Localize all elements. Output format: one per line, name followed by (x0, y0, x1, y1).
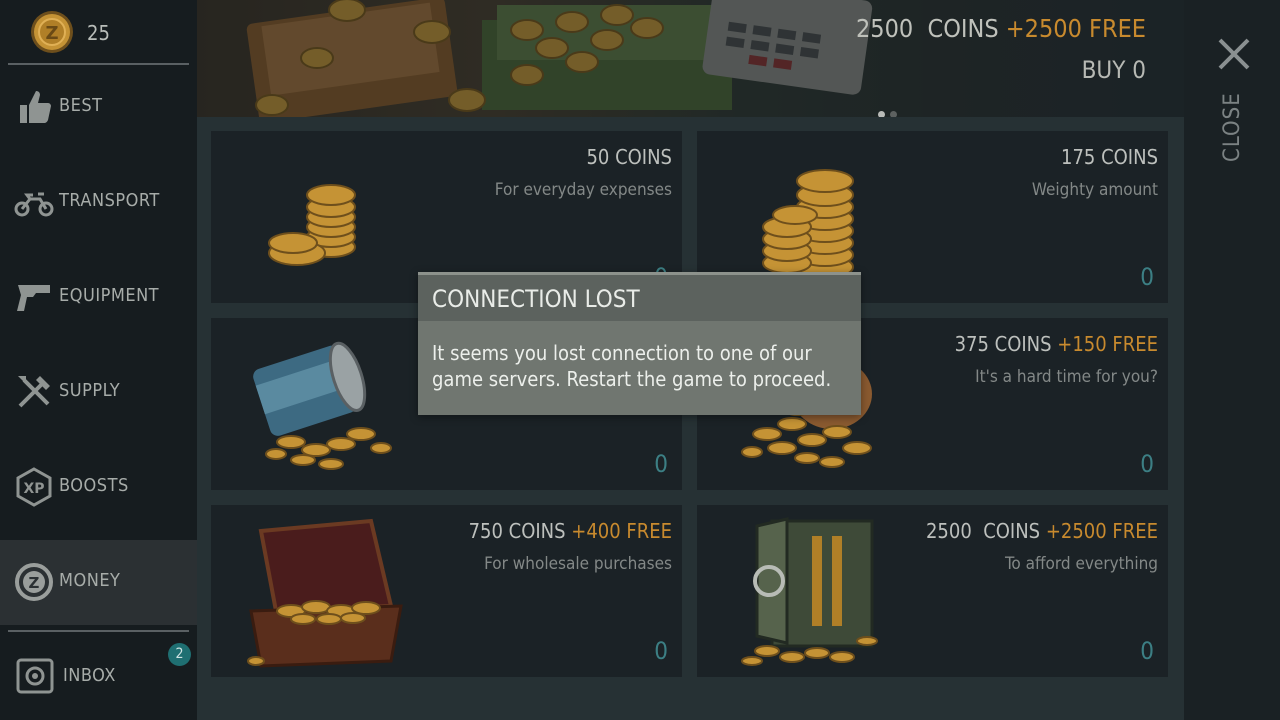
offer-coins: 375 COINS (954, 332, 1052, 356)
sidebar-item-label: EQUIPMENT (59, 285, 160, 306)
sidebar-divider (8, 630, 189, 632)
offer-coins: 750 COINS (468, 519, 566, 543)
offer-title: 2500 COINS +2500 FREE (926, 519, 1158, 543)
sidebar-item-label: BOOSTS (59, 475, 129, 496)
coin-stack-small-icon (268, 184, 356, 266)
banner-free-bonus: +2500 FREE (1005, 14, 1146, 43)
sidebar-item-label: MONEY (59, 570, 121, 591)
inbox-safe-icon (16, 658, 54, 694)
sidebar: Z 25 BEST TRANSPORT EQUIPMENT SUPPLY XP … (0, 0, 197, 720)
svg-text:XP: XP (23, 481, 44, 497)
offer-title: 375 COINS +150 FREE (955, 332, 1158, 356)
offer-title: 175 COINS (1061, 145, 1158, 169)
sidebar-item-label: BEST (59, 95, 103, 116)
offer-price: 0 (1140, 637, 1154, 665)
offer-subtitle: It's a hard time for you? (975, 367, 1158, 387)
close-button[interactable]: CLOSE (1213, 92, 1253, 162)
coin-briefcase-icon (247, 518, 403, 668)
coin-balance-value: 25 (87, 21, 110, 45)
sidebar-item-money[interactable]: Z MONEY (0, 540, 197, 625)
sidebar-item-supply[interactable]: SUPPLY (0, 350, 197, 435)
sidebar-item-boosts[interactable]: XP BOOSTS (0, 445, 197, 530)
offer-price: 0 (654, 450, 668, 478)
thumbs-up-icon (20, 91, 51, 123)
sidebar-item-label: SUPPLY (59, 380, 121, 401)
carousel-dot[interactable] (890, 111, 897, 117)
offer-coins: 175 COINS (1061, 145, 1158, 169)
svg-text:Z: Z (29, 574, 40, 592)
offer-title: 50 COINS (586, 145, 672, 169)
featured-banner[interactable]: 2500 COINS +2500 FREE BUY 0 (197, 0, 1184, 117)
offer-price: 0 (1140, 263, 1154, 291)
motorcycle-icon (14, 192, 54, 217)
sidebar-item-transport[interactable]: TRANSPORT (0, 160, 197, 245)
banner-buy-button[interactable]: BUY 0 (1082, 56, 1146, 84)
coin-can-icon (253, 341, 392, 470)
banner-amount: 2500 (855, 14, 914, 43)
offer-free-bonus: +150 FREE (1057, 332, 1158, 356)
sidebar-item-inbox[interactable]: INBOX (0, 635, 197, 720)
offer-subtitle: For everyday expenses (494, 180, 672, 200)
sidebar-item-label: INBOX (63, 665, 116, 686)
offer-free-bonus: +400 FREE (571, 519, 672, 543)
offer-subtitle: For wholesale purchases (484, 554, 672, 574)
sidebar-item-label: TRANSPORT (59, 190, 160, 211)
offer-subtitle: To afford everything (1004, 554, 1158, 574)
offer-title: 750 COINS +400 FREE (469, 519, 672, 543)
connection-lost-dialog: CONNECTION LOST It seems you lost connec… (418, 272, 861, 415)
offer-price: 0 (654, 637, 668, 665)
carousel-dot[interactable] (878, 111, 885, 117)
pistol-icon (17, 285, 50, 311)
offer-card-2500-coins[interactable]: 2500 COINS +2500 FREE To afford everythi… (697, 505, 1168, 677)
sidebar-item-equipment[interactable]: EQUIPMENT (0, 255, 197, 340)
offer-subtitle: Weighty amount (1031, 180, 1158, 200)
dialog-message: It seems you lost connection to one of o… (432, 341, 832, 391)
svg-text:Z: Z (45, 23, 58, 44)
offer-price: 0 (1140, 450, 1154, 478)
offer-card-750-coins[interactable]: 750 COINS +400 FREE For wholesale purcha… (211, 505, 682, 677)
sidebar-item-best[interactable]: BEST (0, 65, 197, 150)
coin-balance: Z 25 (0, 0, 197, 64)
banner-coins-label: COINS (927, 14, 999, 43)
money-icon: Z (15, 563, 53, 601)
coin-icon: Z (31, 11, 73, 53)
carousel-dots[interactable] (878, 103, 902, 117)
close-icon[interactable] (1214, 34, 1254, 74)
dialog-title: CONNECTION LOST (432, 285, 640, 313)
inbox-badge: 2 (168, 643, 191, 666)
coin-safe-icon (741, 517, 878, 666)
offer-coins: 2500 COINS (925, 519, 1041, 543)
xp-icon: XP (16, 467, 52, 507)
banner-title: 2500 COINS +2500 FREE (856, 14, 1146, 43)
offer-coins: 50 COINS (586, 145, 672, 169)
tools-icon (18, 376, 50, 408)
dialog-header: CONNECTION LOST (418, 272, 861, 321)
offer-free-bonus: +2500 FREE (1045, 519, 1158, 543)
